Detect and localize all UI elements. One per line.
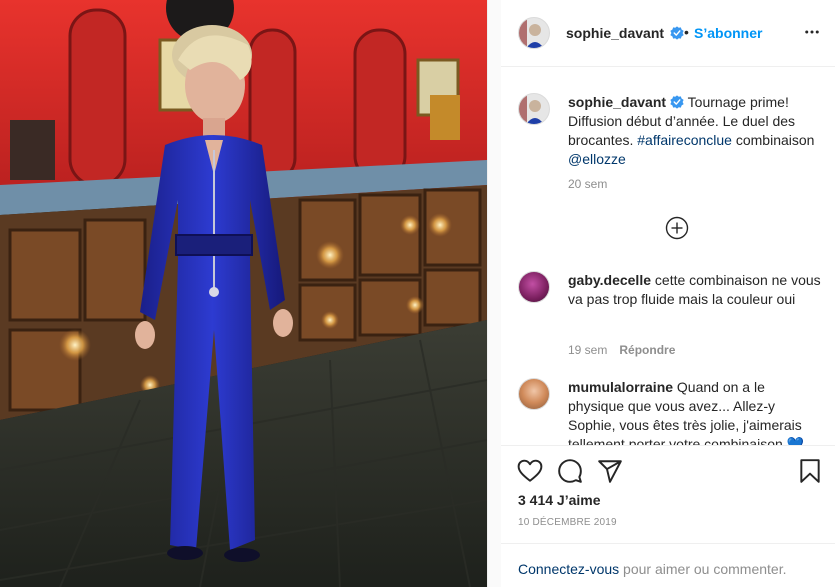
comment-timestamp[interactable]: 19 sem (568, 343, 607, 357)
more-options-icon[interactable] (803, 23, 821, 41)
reply-button[interactable]: Répondre (619, 343, 675, 357)
comment-body: mumulalorraine Quand on a le physique qu… (568, 378, 823, 445)
caption-item: sophie_davant Tournage prime! Diffusion … (518, 93, 818, 191)
follow-button[interactable]: S’abonner (694, 25, 762, 41)
post-side-panel: sophie_davant • S’abonner sophie_davant … (501, 0, 835, 587)
post-photo-image (0, 0, 487, 587)
header-separator: • (684, 24, 689, 40)
post-photo[interactable] (0, 0, 487, 587)
verified-badge-icon (670, 95, 684, 109)
comment-body: gaby.decelle cette combinaison ne vous v… (568, 271, 823, 309)
post-date[interactable]: 10 décembre 2019 (518, 517, 617, 528)
hashtag-link[interactable]: #affaireconclue (637, 132, 732, 148)
caption-timestamp[interactable]: 20 sem (568, 177, 607, 191)
comment-item: gaby.decelle cette combinaison ne vous v… (518, 271, 821, 357)
plus-circle-icon[interactable] (665, 216, 689, 240)
commenter-avatar-image (519, 272, 549, 302)
login-prompt-text: Connectez-vous pour aimer ou commenter. (518, 561, 786, 577)
caption-avatar[interactable] (518, 93, 550, 125)
comment-meta: 19 sem Répondre (568, 343, 675, 357)
comment-icon[interactable] (557, 458, 583, 484)
author-username[interactable]: sophie_davant (566, 25, 664, 41)
login-prompt: Connectez-vous pour aimer ou commenter. (501, 543, 835, 588)
mention-link[interactable]: @ellozze (568, 151, 626, 167)
comment-item: mumulalorraine Quand on a le physique qu… (518, 378, 818, 445)
caption-meta: 20 sem (568, 177, 607, 191)
caption-avatar-image (519, 94, 549, 124)
heart-icon[interactable] (517, 458, 543, 484)
post-header: sophie_davant • S’abonner (501, 0, 835, 67)
commenter-avatar[interactable] (518, 378, 550, 410)
comment-username[interactable]: gaby.decelle (568, 272, 651, 288)
commenter-avatar[interactable] (518, 271, 550, 303)
comment-username[interactable]: mumulalorraine (568, 379, 673, 395)
comments-list[interactable]: sophie_davant Tournage prime! Diffusion … (501, 67, 835, 445)
author-avatar-image (519, 18, 549, 48)
bookmark-icon[interactable] (797, 458, 823, 484)
caption-body: sophie_davant Tournage prime! Diffusion … (568, 93, 823, 169)
photo-divider (487, 0, 501, 587)
caption-text-part2: combinaison (731, 132, 815, 148)
likes-count[interactable]: 3 414 J’aime (518, 492, 601, 508)
paper-plane-icon[interactable] (597, 458, 623, 484)
commenter-avatar-image (519, 379, 549, 409)
verified-badge-icon (666, 25, 684, 41)
login-link[interactable]: Connectez-vous (518, 561, 619, 577)
login-prompt-rest: pour aimer ou commenter. (619, 561, 787, 577)
caption-username[interactable]: sophie_davant (568, 94, 666, 110)
post-actions-section: 3 414 J’aime 10 décembre 2019 Connectez-… (501, 445, 835, 587)
instagram-post: sophie_davant • S’abonner sophie_davant … (0, 0, 835, 587)
author-avatar[interactable] (518, 17, 550, 49)
